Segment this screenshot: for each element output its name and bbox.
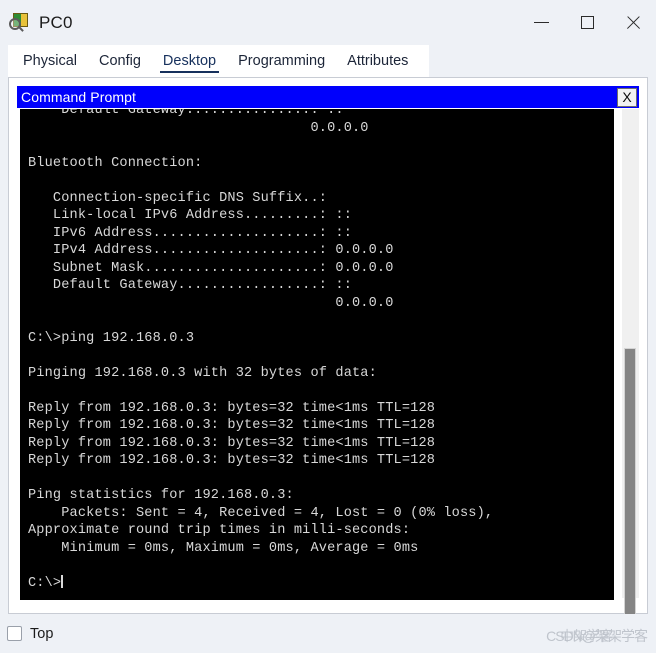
- tab-physical-label: Physical: [23, 53, 77, 69]
- command-prompt-body: Default Gateway...............: :: 0.0.0…: [17, 108, 639, 603]
- tab-strip: Physical Config Desktop Programming Attr…: [0, 45, 656, 77]
- tab-attributes-label: Attributes: [347, 53, 409, 69]
- tab-desktop-label: Desktop: [162, 53, 217, 69]
- tab-physical[interactable]: Physical: [12, 45, 88, 77]
- command-prompt-titlebar: Command Prompt X: [17, 86, 639, 108]
- top-checkbox-row[interactable]: Top: [7, 626, 53, 642]
- command-prompt-window: Command Prompt X Default Gateway........…: [14, 83, 642, 653]
- close-icon: [625, 15, 641, 31]
- maximize-icon: [580, 16, 594, 29]
- terminal-scrollbar-thumb[interactable]: [624, 348, 636, 653]
- terminal-scrollbar[interactable]: [621, 109, 639, 653]
- window-controls: [518, 0, 656, 45]
- window-title: PC0: [39, 12, 73, 32]
- packet-tracer-pc-icon: [9, 12, 31, 34]
- tab-desktop[interactable]: Desktop: [152, 45, 227, 77]
- tab-programming-label: Programming: [238, 53, 326, 69]
- watermark-overlap-text: 中架学客: [560, 628, 613, 644]
- bottom-bar: Top CSDN@架架学客 中架学客: [0, 614, 656, 653]
- csdn-watermark: CSDN@架架学客 中架学客: [546, 626, 648, 646]
- close-button[interactable]: [610, 0, 656, 45]
- tab-attributes[interactable]: Attributes: [336, 45, 419, 77]
- tab-config-label: Config: [99, 53, 141, 69]
- command-prompt-title: Command Prompt: [21, 89, 136, 105]
- terminal-output: Default Gateway...............: :: 0.0.0…: [28, 109, 494, 591]
- command-prompt-close-button[interactable]: X: [617, 87, 637, 107]
- pc0-window: PC0 Physical Config Desktop Programming …: [0, 0, 656, 653]
- tab-programming[interactable]: Programming: [227, 45, 336, 77]
- desktop-panel: Command Prompt X Default Gateway........…: [8, 77, 648, 653]
- terminal-screen[interactable]: Default Gateway...............: :: 0.0.0…: [20, 109, 614, 600]
- top-checkbox-label: Top: [30, 625, 54, 642]
- window-titlebar: PC0: [0, 0, 656, 45]
- tab-config[interactable]: Config: [88, 45, 152, 77]
- top-checkbox[interactable]: [7, 626, 22, 641]
- maximize-button[interactable]: [564, 0, 610, 45]
- terminal-cursor: [61, 574, 63, 588]
- minimize-button[interactable]: [518, 0, 564, 45]
- minimize-icon: [533, 22, 549, 23]
